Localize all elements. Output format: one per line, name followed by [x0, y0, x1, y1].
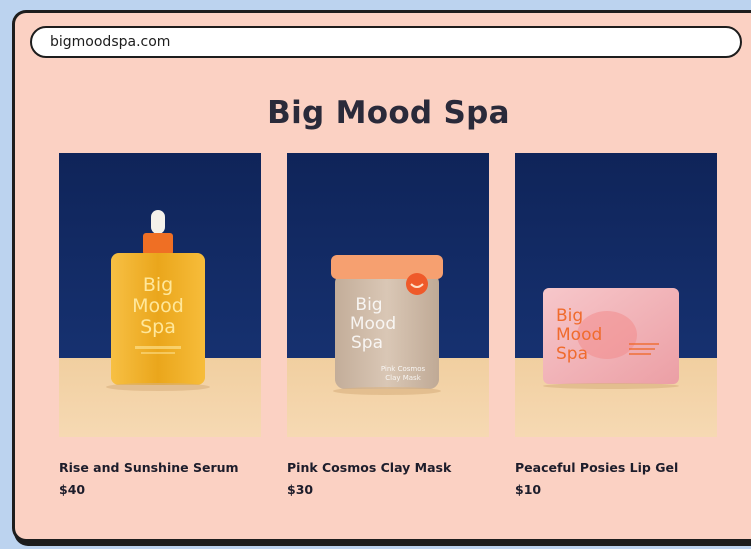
serum-label-mood: Mood	[132, 295, 184, 317]
product-name[interactable]: Pink Cosmos Clay Mask	[287, 460, 489, 475]
product-card[interactable]: Big Mood Spa Pink Cosmos Clay Mask Pink …	[287, 153, 489, 497]
serum-label-spa: Spa	[140, 316, 176, 338]
lipgel-label-spa: Spa	[556, 344, 588, 364]
product-grid: Big Mood Spa Rise and Sunshine Serum $40	[59, 153, 719, 503]
lip-gel-packet-image[interactable]: Big Mood Spa	[515, 153, 717, 437]
url-text[interactable]: bigmoodspa.com	[50, 34, 170, 50]
product-price: $30	[287, 482, 314, 497]
product-name[interactable]: Rise and Sunshine Serum	[59, 460, 261, 475]
address-bar[interactable]: bigmoodspa.com	[30, 26, 742, 58]
mask-label-big: Big	[355, 295, 382, 315]
mask-label-spa: Spa	[351, 333, 383, 353]
browser-window: bigmoodspa.com Big Mood Spa Big Mood Spa…	[12, 10, 751, 542]
product-price: $10	[515, 482, 542, 497]
product-card[interactable]: Big Mood Spa Peaceful Posies Lip Gel $10	[515, 153, 717, 497]
lipgel-label-big: Big	[556, 306, 583, 326]
page-title: Big Mood Spa	[267, 95, 510, 131]
serum-bottle-image[interactable]: Big Mood Spa	[59, 153, 261, 437]
mask-label-mood: Mood	[350, 314, 396, 334]
product-card[interactable]: Big Mood Spa Rise and Sunshine Serum $40	[59, 153, 261, 497]
product-price: $40	[59, 482, 86, 497]
mask-sublabel-2: Clay Mask	[385, 374, 421, 382]
mask-sublabel-1: Pink Cosmos	[381, 365, 426, 373]
product-name[interactable]: Peaceful Posies Lip Gel	[515, 460, 717, 475]
clay-mask-jar-image[interactable]: Big Mood Spa Pink Cosmos Clay Mask	[287, 153, 489, 437]
serum-label-big: Big	[143, 274, 173, 296]
lipgel-label-mood: Mood	[556, 325, 602, 345]
